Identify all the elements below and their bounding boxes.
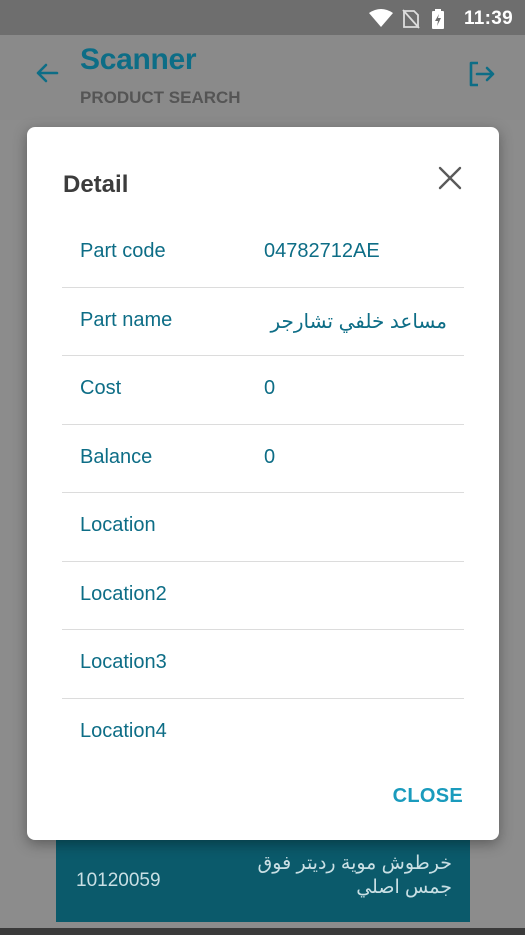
- detail-value: مساعد خلفي تشارجر: [270, 310, 447, 333]
- status-bar: 11:39: [0, 0, 525, 35]
- detail-label: Balance: [80, 445, 153, 468]
- wifi-icon: [369, 9, 393, 27]
- detail-row-part-code: Part code 04782712AE: [62, 219, 464, 288]
- app-bar: Scanner PRODUCT SEARCH: [0, 35, 525, 120]
- detail-label: Location: [80, 514, 156, 536]
- detail-row-part-name: Part name مساعد خلفي تشارجر: [62, 288, 464, 356]
- detail-value: 04782712AE: [264, 240, 380, 262]
- detail-row-balance: Balance 0: [62, 425, 464, 493]
- back-arrow-icon[interactable]: [33, 59, 61, 87]
- detail-row-location4: Location4: [62, 699, 464, 768]
- page-title: Scanner: [80, 43, 197, 76]
- list-item-code: 10120059: [76, 870, 161, 891]
- detail-label: Cost: [80, 377, 122, 399]
- bottom-edge: [0, 928, 525, 935]
- detail-label: Location2: [80, 582, 167, 605]
- detail-value: 0: [264, 377, 276, 399]
- list-item-name: خرطوش موية رديتر فوق جمس اصلي: [257, 853, 452, 898]
- detail-label: Part name: [80, 308, 173, 331]
- detail-label: Location4: [80, 719, 167, 742]
- dialog-title: Detail: [63, 171, 129, 198]
- logout-icon[interactable]: [466, 59, 496, 89]
- list-item[interactable]: 10120059 خرطوش موية رديتر فوق جمس اصلي: [56, 838, 470, 922]
- battery-charging-icon: [432, 9, 444, 29]
- detail-dialog: Detail Part code 04782712AE Part name مس…: [27, 127, 499, 840]
- detail-value: 0: [264, 445, 276, 468]
- detail-label: Part code: [80, 240, 166, 262]
- detail-label: Location3: [80, 651, 167, 673]
- page-subtitle: PRODUCT SEARCH: [80, 88, 241, 107]
- close-button[interactable]: CLOSE: [393, 785, 463, 808]
- status-time: 11:39: [463, 8, 513, 29]
- detail-rows: Part code 04782712AE Part name مساعد خلف…: [62, 219, 464, 767]
- detail-row-location: Location: [62, 493, 464, 562]
- detail-row-cost: Cost 0: [62, 356, 464, 425]
- detail-row-location3: Location3: [62, 630, 464, 699]
- close-icon[interactable]: [437, 165, 463, 191]
- detail-row-location2: Location2: [62, 562, 464, 630]
- no-sim-icon: [402, 9, 420, 29]
